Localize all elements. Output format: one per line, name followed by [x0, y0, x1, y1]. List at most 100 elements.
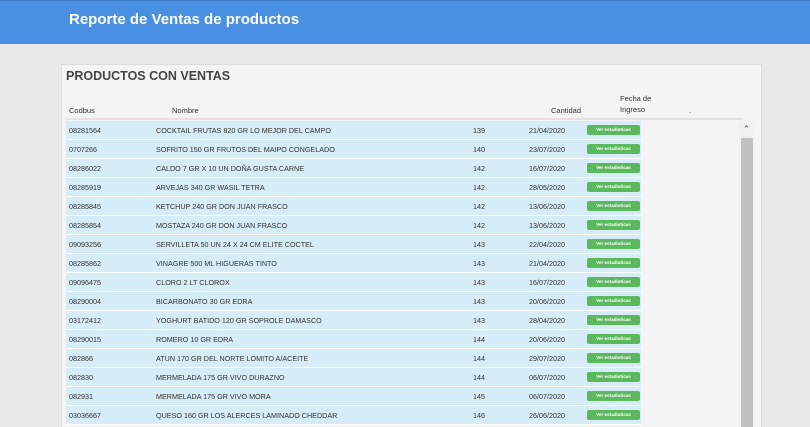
cell-cantidad: 143 — [473, 297, 485, 306]
cell-cantidad: 143 — [473, 278, 485, 287]
ver-estadisticas-button[interactable]: Ver estadisticas — [587, 144, 640, 154]
ver-estadisticas-button[interactable]: Ver estadisticas — [587, 353, 640, 363]
cell-codbus: 0707266 — [69, 145, 97, 154]
cell-codbus: 082866 — [69, 354, 93, 363]
panel-title: PRODUCTOS CON VENTAS — [66, 69, 231, 83]
cell-codbus: 08286022 — [69, 164, 101, 173]
scroll-up-arrow-icon[interactable]: ⌃ — [739, 122, 754, 136]
column-header-extra: . — [689, 106, 692, 115]
cell-codbus: 08285845 — [69, 202, 101, 211]
cell-cantidad: 142 — [473, 164, 485, 173]
cell-fecha: 28/04/2020 — [529, 316, 565, 325]
ver-estadisticas-button[interactable]: Ver estadisticas — [587, 239, 640, 249]
ver-estadisticas-button[interactable]: Ver estadisticas — [587, 296, 640, 306]
table-row: 0707266 SOFRITO 150 GR FRUTOS DEL MAIPO … — [66, 140, 742, 159]
cell-nombre: YOGHURT BATIDO 120 GR SOPROLE DAMASCO — [156, 316, 322, 325]
cell-codbus: 09096475 — [69, 278, 101, 287]
cell-codbus: 082830 — [69, 373, 93, 382]
cell-nombre: KETCHUP 240 GR DON JUAN FRASCO — [156, 202, 288, 211]
cell-nombre: MOSTAZA 240 GR DON JUAN FRASCO — [156, 221, 288, 230]
cell-cantidad: 144 — [473, 373, 485, 382]
ver-estadisticas-button[interactable]: Ver estadisticas — [587, 163, 640, 173]
cell-fecha: 21/04/2020 — [529, 126, 565, 135]
ver-estadisticas-button[interactable]: Ver estadisticas — [587, 372, 640, 382]
table-row: 08290004 BICARBONATO 30 GR EDRA 143 20/0… — [66, 292, 742, 311]
cell-nombre: CALDO 7 GR X 10 UN DOÑA GUSTA CARNE — [156, 164, 305, 173]
cell-cantidad: 142 — [473, 221, 485, 230]
cell-codbus: 08290015 — [69, 335, 101, 344]
cell-nombre: ATUN 170 GR DEL NORTE LOMITO A/ACEITE — [156, 354, 309, 363]
table-row: 08290015 ROMERO 10 GR EDRA 144 20/06/202… — [66, 330, 742, 349]
app-header: Reporte de Ventas de productos — [0, 0, 810, 44]
cell-codbus: 09093256 — [69, 240, 101, 249]
header-divider — [66, 118, 743, 120]
table-row: 08281564 COCKTAIL FRUTAS 820 GR LO MEJOR… — [66, 121, 742, 140]
cell-nombre: COCKTAIL FRUTAS 820 GR LO MEJOR DEL CAMP… — [156, 126, 331, 135]
cell-cantidad: 143 — [473, 240, 485, 249]
cell-codbus: 03036667 — [69, 411, 101, 420]
ver-estadisticas-button[interactable]: Ver estadisticas — [587, 182, 640, 192]
products-panel: PRODUCTOS CON VENTAS Codbus Nombre Canti… — [61, 64, 762, 427]
table-row: 08285919 ARVEJAS 340 GR WASIL TETRA 142 … — [66, 178, 742, 197]
ver-estadisticas-button[interactable]: Ver estadisticas — [587, 258, 640, 268]
cell-cantidad: 142 — [473, 202, 485, 211]
ver-estadisticas-button[interactable]: Ver estadisticas — [587, 277, 640, 287]
cell-cantidad: 145 — [473, 392, 485, 401]
cell-nombre: SERVILLETA 50 UN 24 X 24 CM ELITE COCTEL — [156, 240, 314, 249]
page-title: Reporte de Ventas de productos — [69, 11, 300, 28]
cell-fecha: 21/04/2020 — [529, 259, 565, 268]
table-row: 09096475 CLORO 2 LT CLOROX 143 16/07/202… — [66, 273, 742, 292]
cell-fecha: 28/05/2020 — [529, 183, 565, 192]
cell-cantidad: 140 — [473, 145, 485, 154]
ver-estadisticas-button[interactable]: Ver estadisticas — [587, 410, 640, 420]
cell-codbus: 08285862 — [69, 259, 101, 268]
cell-cantidad: 143 — [473, 259, 485, 268]
cell-fecha: 20/06/2020 — [529, 335, 565, 344]
table-row: 09093256 SERVILLETA 50 UN 24 X 24 CM ELI… — [66, 235, 742, 254]
table-row: 08285862 VINAGRE 500 ML HIGUERAS TINTO 1… — [66, 254, 742, 273]
cell-nombre: MERMELADA 175 GR VIVO MORA — [156, 392, 271, 401]
table-row: 03172412 YOGHURT BATIDO 120 GR SOPROLE D… — [66, 311, 742, 330]
cell-fecha: 13/06/2020 — [529, 202, 565, 211]
cell-nombre: VINAGRE 500 ML HIGUERAS TINTO — [156, 259, 277, 268]
cell-fecha: 13/06/2020 — [529, 221, 565, 230]
row-separator — [66, 424, 641, 425]
table-row: 082866 ATUN 170 GR DEL NORTE LOMITO A/AC… — [66, 349, 742, 368]
column-header-fecha-line1: Fecha de — [620, 94, 652, 103]
cell-fecha: 16/07/2020 — [529, 164, 565, 173]
cell-codbus: 08281564 — [69, 126, 101, 135]
cell-cantidad: 144 — [473, 335, 485, 344]
cell-codbus: 03172412 — [69, 316, 101, 325]
ver-estadisticas-button[interactable]: Ver estadisticas — [587, 201, 640, 211]
cell-nombre: BICARBONATO 30 GR EDRA — [156, 297, 253, 306]
table-row: 08285845 KETCHUP 240 GR DON JUAN FRASCO … — [66, 197, 742, 216]
cell-fecha: 29/07/2020 — [529, 354, 565, 363]
table-row: 082931 MERMELADA 175 GR VIVO MORA 145 06… — [66, 387, 742, 406]
cell-codbus: 08285919 — [69, 183, 101, 192]
column-header-fecha[interactable]: Fecha de Ingreso — [620, 93, 651, 115]
ver-estadisticas-button[interactable]: Ver estadisticas — [587, 391, 640, 401]
ver-estadisticas-button[interactable]: Ver estadisticas — [587, 125, 640, 135]
ver-estadisticas-button[interactable]: Ver estadisticas — [587, 334, 640, 344]
cell-nombre: QUESO 160 GR LOS ALERCES LAMINADO CHEDDA… — [156, 411, 338, 420]
cell-cantidad: 143 — [473, 316, 485, 325]
ver-estadisticas-button[interactable]: Ver estadisticas — [587, 220, 640, 230]
cell-cantidad: 144 — [473, 354, 485, 363]
column-header-fecha-line2: Ingreso — [620, 105, 646, 114]
cell-nombre: ARVEJAS 340 GR WASIL TETRA — [156, 183, 265, 192]
cell-nombre: CLORO 2 LT CLOROX — [156, 278, 230, 287]
cell-fecha: 16/07/2020 — [529, 278, 565, 287]
cell-codbus: 08285854 — [69, 221, 101, 230]
cell-nombre: ROMERO 10 GR EDRA — [156, 335, 234, 344]
products-table-body: 08281564 COCKTAIL FRUTAS 820 GR LO MEJOR… — [66, 121, 742, 427]
cell-cantidad: 142 — [473, 183, 485, 192]
cell-cantidad: 146 — [473, 411, 485, 420]
cell-fecha: 22/04/2020 — [529, 240, 565, 249]
scrollbar-thumb[interactable] — [741, 138, 753, 427]
column-header-cantidad[interactable]: Cantidad — [551, 105, 581, 116]
table-row: 03036667 QUESO 160 GR LOS ALERCES LAMINA… — [66, 406, 742, 425]
column-header-nombre[interactable]: Nombre — [172, 105, 199, 116]
table-row: 082830 MERMELADA 175 GR VIVO DURAZNO 144… — [66, 368, 742, 387]
ver-estadisticas-button[interactable]: Ver estadisticas — [587, 315, 640, 325]
column-header-codbus[interactable]: Codbus — [69, 105, 95, 116]
